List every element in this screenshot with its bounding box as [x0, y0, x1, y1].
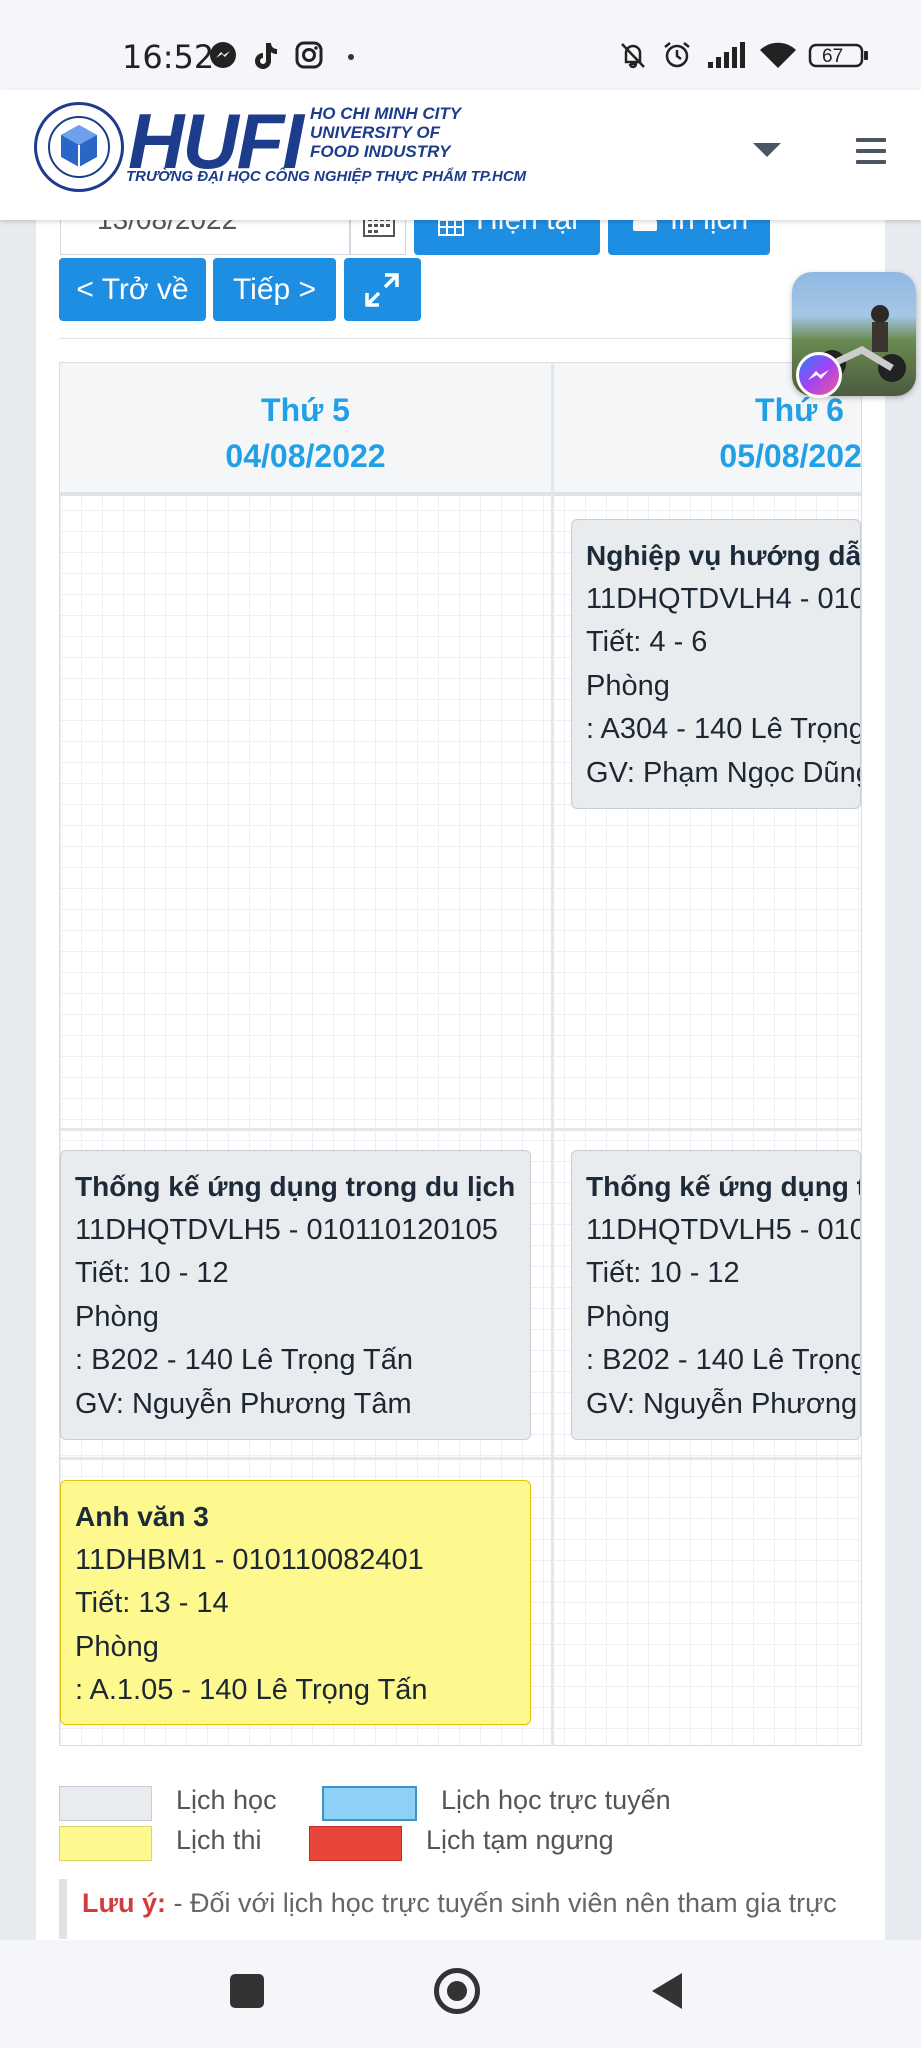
column-divider	[551, 362, 554, 1746]
legend-swatch-study	[59, 1786, 152, 1821]
back-button-icon[interactable]	[648, 1970, 686, 2012]
class-event-card[interactable]: Thống kế ứng dụng trong du lịch 11DHQTDV…	[60, 1150, 531, 1440]
alarm-icon	[664, 42, 690, 68]
legend-swatch-paused	[309, 1826, 402, 1861]
fullscreen-button[interactable]	[344, 258, 421, 321]
toolbar-separator	[59, 338, 862, 339]
day-column-header: Thứ 5 04/08/2022	[60, 363, 551, 496]
battery-level: 67	[822, 46, 844, 67]
recent-apps-icon[interactable]	[230, 1974, 264, 2008]
university-name-en: HO CHI MINH CITY UNIVERSITY OF FOOD INDU…	[310, 104, 462, 161]
more-notifications-dot	[348, 54, 354, 60]
expand-icon	[365, 273, 399, 307]
tiktok-notification-icon	[255, 43, 277, 69]
university-name-vn: TRƯỜNG ĐẠI HỌC CÔNG NGHIỆP THỰC PHẨM TP.…	[126, 168, 527, 185]
legend-label-paused: Lịch tạm ngưng	[426, 1825, 614, 1855]
mute-bell-icon	[621, 43, 645, 69]
class-event-card[interactable]: Thống kế ứng dụng trong du lịch 11DHQTDV…	[571, 1150, 861, 1440]
home-button-icon[interactable]	[434, 1968, 480, 2014]
status-time: 16:52	[122, 38, 215, 76]
class-event-card[interactable]: Nghiệp vụ hướng dẫn du lịch 11DHQTDVLH4 …	[571, 519, 861, 809]
next-week-button[interactable]: Tiếp >	[213, 258, 336, 321]
legend-label-online: Lịch học trực tuyến	[441, 1785, 671, 1815]
row-divider	[60, 1128, 861, 1131]
instagram-notification-icon	[295, 41, 323, 69]
university-seal-logo[interactable]	[34, 102, 124, 192]
dropdown-caret-icon[interactable]	[753, 143, 781, 157]
exam-event-card[interactable]: Anh văn 3 11DHBM1 - 010110082401 Tiết: 1…	[60, 1480, 531, 1725]
signal-icon	[708, 42, 745, 68]
book-cube-icon	[48, 116, 110, 178]
legend-swatch-online	[322, 1786, 417, 1821]
legend-label-exam: Lịch thi	[176, 1825, 262, 1855]
row-divider	[60, 1457, 861, 1460]
legend-swatch-exam	[59, 1826, 152, 1861]
previous-week-button[interactable]: < Trở về	[59, 258, 206, 321]
schedule-note: Lưu ý: - Đối với lịch học trực tuyến sin…	[82, 1888, 837, 1918]
messenger-notification-icon	[210, 42, 236, 68]
note-accent-bar	[59, 1879, 67, 1939]
wifi-icon	[760, 42, 796, 68]
hamburger-menu-icon[interactable]	[856, 138, 886, 164]
messenger-badge-icon	[796, 352, 842, 398]
legend-label-study: Lịch học	[176, 1785, 277, 1815]
